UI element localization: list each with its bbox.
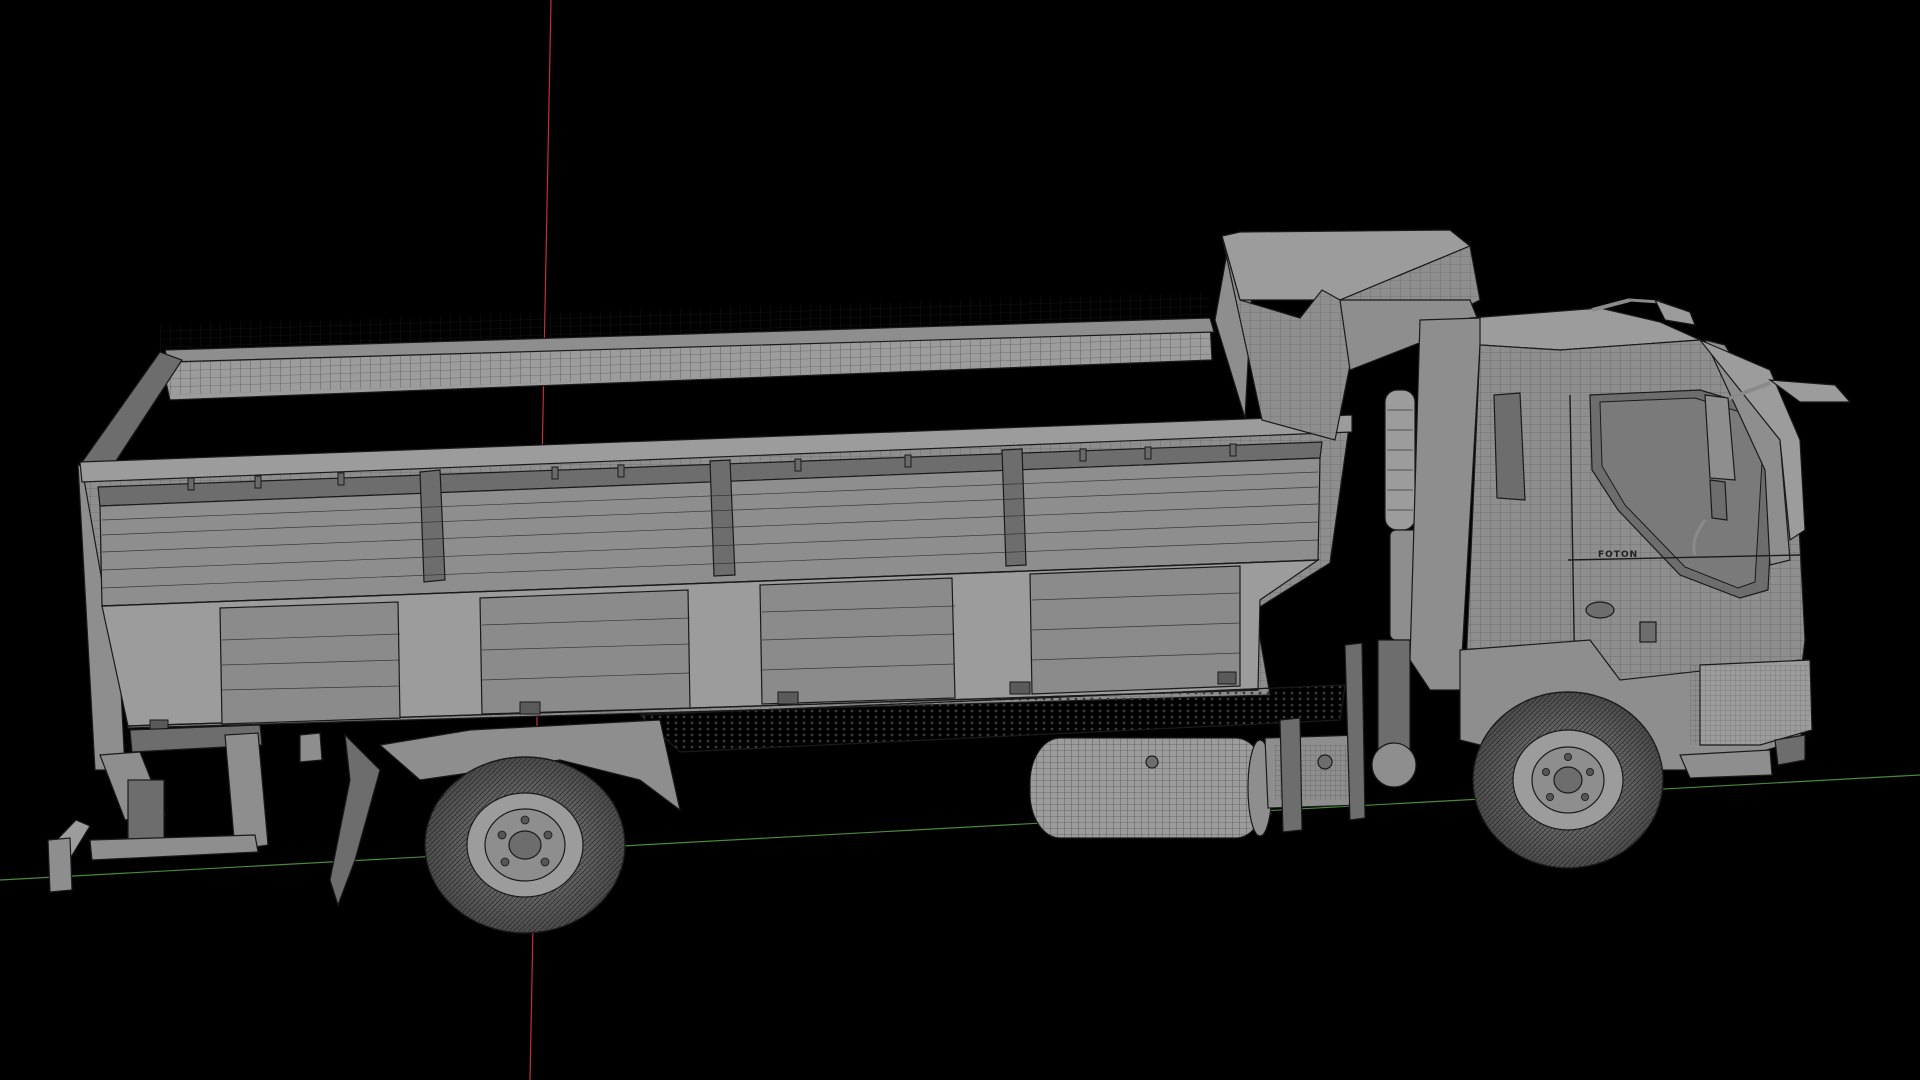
- front-wheel[interactable]: [1472, 691, 1664, 869]
- dump-bed[interactable]: [77, 231, 1353, 771]
- cab-logo: FOTON: [1598, 550, 1638, 560]
- chassis-box[interactable]: [1264, 642, 1366, 833]
- rear-wheel[interactable]: [378, 719, 681, 934]
- fuel-tank[interactable]: [1029, 737, 1273, 839]
- viewport-canvas[interactable]: FOTON: [0, 0, 1920, 1080]
- 3d-viewport[interactable]: FOTON: [0, 0, 1920, 1080]
